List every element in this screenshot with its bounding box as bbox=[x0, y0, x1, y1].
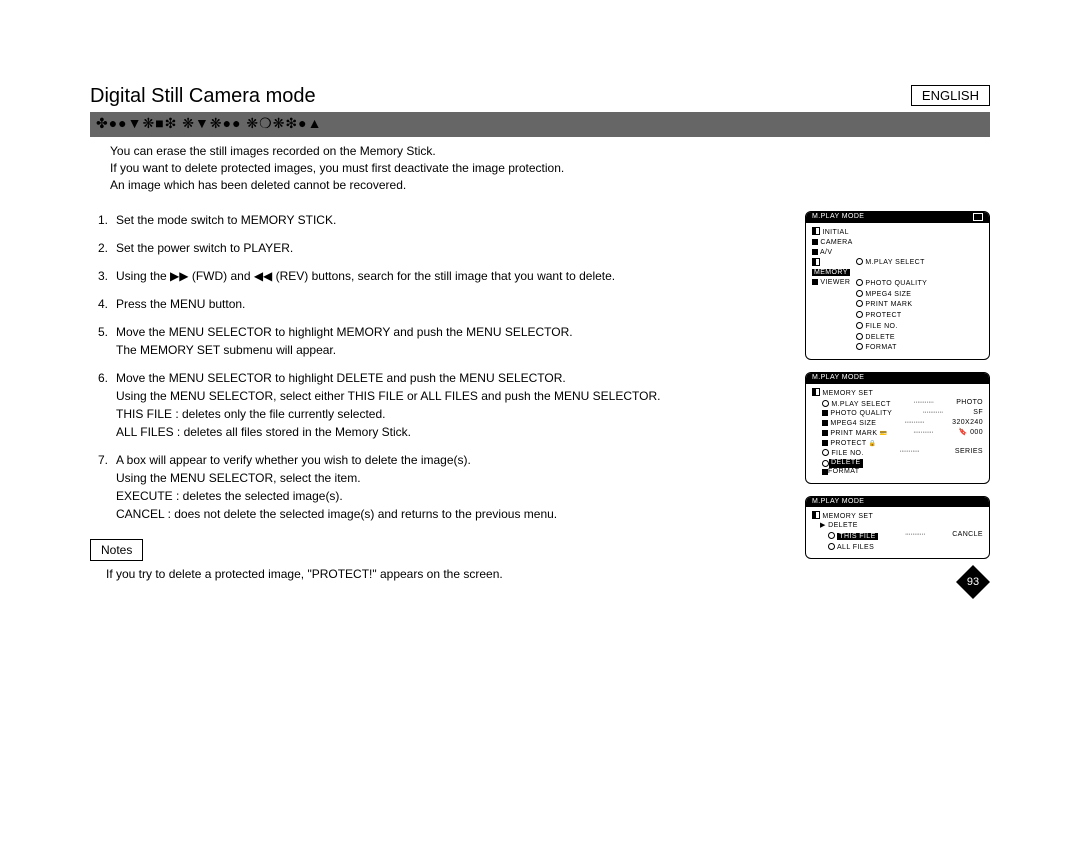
menu-value: SERIES bbox=[955, 448, 983, 457]
menu-item: DELETE bbox=[865, 334, 895, 341]
step-text: THIS FILE : deletes only the file curren… bbox=[116, 407, 385, 421]
step-text: Set the mode switch to MEMORY STICK. bbox=[116, 213, 336, 227]
step-number: 3. bbox=[98, 267, 108, 285]
menu-value: CANCLE bbox=[952, 531, 983, 540]
notes-heading: Notes bbox=[90, 539, 143, 561]
section-header-bar: ✤●●▼❋■❇ ❋▼❋●● ❋❍❋❇●▲ bbox=[90, 112, 990, 137]
menu-item: PHOTO QUALITY bbox=[865, 280, 927, 287]
menu-item: PROTECT bbox=[830, 440, 866, 447]
menu-item: MPEG4 SIZE bbox=[830, 420, 876, 427]
intro-line: You can erase the still images recorded … bbox=[110, 143, 990, 160]
screen-header: M.PLAY MODE bbox=[806, 373, 989, 384]
camera-screen-3: M.PLAY MODE MEMORY SET ▶ DELETE THIS FIL… bbox=[805, 496, 990, 560]
menu-item: FORMAT bbox=[865, 344, 896, 351]
steps-column: 1. Set the mode switch to MEMORY STICK. 2… bbox=[90, 211, 805, 583]
menu-item: FILE NO. bbox=[831, 450, 863, 457]
menu-item-selected: MEMORY bbox=[812, 269, 850, 276]
screens-column: M.PLAY MODE INITIAL CAMERA A/V MEMORY M.… bbox=[805, 211, 990, 583]
menu-item: MPEG4 SIZE bbox=[865, 291, 911, 298]
step-text: Using the MENU SELECTOR, select the item… bbox=[116, 471, 361, 485]
menu-item: FORMAT bbox=[828, 468, 859, 477]
step-text: Move the MENU SELECTOR to highlight DELE… bbox=[116, 371, 566, 385]
menu-value: PHOTO bbox=[956, 399, 983, 408]
step-text: A box will appear to verify whether you … bbox=[116, 453, 471, 467]
submenu-title: MEMORY SET bbox=[822, 513, 873, 520]
intro-line: If you want to delete protected images, … bbox=[110, 160, 990, 177]
step-text: Move the MENU SELECTOR to highlight MEMO… bbox=[116, 325, 573, 339]
menu-item: A/V bbox=[820, 249, 832, 256]
step-text: Using the ▶▶ (FWD) and ◀◀ (REV) buttons,… bbox=[116, 269, 615, 283]
page-title: Digital Still Camera mode bbox=[90, 85, 990, 108]
menu-value: 320X240 bbox=[952, 419, 983, 428]
menu-item: ALL FILES bbox=[837, 544, 874, 551]
step-text: The MEMORY SET submenu will appear. bbox=[116, 343, 336, 357]
step: 7. A box will appear to verify whether y… bbox=[98, 451, 785, 523]
steps-list: 1. Set the mode switch to MEMORY STICK. 2… bbox=[98, 211, 785, 523]
memory-card-icon bbox=[973, 213, 983, 221]
step-number: 6. bbox=[98, 369, 108, 387]
menu-item: CAMERA bbox=[820, 239, 852, 246]
step: 6. Move the MENU SELECTOR to highlight D… bbox=[98, 369, 785, 441]
menu-item: PROTECT bbox=[865, 312, 901, 319]
menu-item-selected: THIS FILE bbox=[837, 533, 877, 540]
step: 4. Press the MENU button. bbox=[98, 295, 785, 313]
manual-page: ENGLISH Digital Still Camera mode ✤●●▼❋■… bbox=[90, 85, 990, 583]
intro-line: An image which has been deleted cannot b… bbox=[110, 177, 990, 194]
menu-value: SF bbox=[973, 409, 983, 418]
step: 1. Set the mode switch to MEMORY STICK. bbox=[98, 211, 785, 229]
screen-header: M.PLAY MODE bbox=[806, 497, 989, 508]
step: 3. Using the ▶▶ (FWD) and ◀◀ (REV) button… bbox=[98, 267, 785, 285]
step-text: Press the MENU button. bbox=[116, 297, 245, 311]
menu-item: FILE NO. bbox=[865, 323, 897, 330]
menu-item: PRINT MARK bbox=[865, 301, 912, 308]
menu-item: VIEWER bbox=[820, 279, 850, 286]
menu-item: INITIAL bbox=[822, 229, 849, 236]
intro-text: You can erase the still images recorded … bbox=[110, 143, 990, 193]
step-number: 2. bbox=[98, 239, 108, 257]
step-text: ALL FILES : deletes all files stored in … bbox=[116, 425, 411, 439]
print-icon bbox=[880, 430, 888, 437]
step-text: Set the power switch to PLAYER. bbox=[116, 241, 293, 255]
step-number: 4. bbox=[98, 295, 108, 313]
menu-value: 000 bbox=[970, 429, 983, 436]
notes-text: If you try to delete a protected image, … bbox=[106, 565, 785, 583]
step-number: 5. bbox=[98, 323, 108, 341]
step: 5. Move the MENU SELECTOR to highlight M… bbox=[98, 323, 785, 359]
menu-item: M.PLAY SELECT bbox=[865, 259, 924, 266]
menu-item: M.PLAY SELECT bbox=[831, 401, 890, 408]
menu-item: DELETE bbox=[828, 522, 858, 529]
language-label: ENGLISH bbox=[911, 85, 990, 106]
step: 2. Set the power switch to PLAYER. bbox=[98, 239, 785, 257]
menu-item: PRINT MARK bbox=[830, 430, 877, 437]
screen-header: M.PLAY MODE bbox=[806, 212, 989, 223]
menu-item-selected: DELETE bbox=[829, 459, 863, 468]
camera-screen-2: M.PLAY MODE MEMORY SET M.PLAY SELECT····… bbox=[805, 372, 990, 484]
step-number: 1. bbox=[98, 211, 108, 229]
camera-screen-1: M.PLAY MODE INITIAL CAMERA A/V MEMORY M.… bbox=[805, 211, 990, 360]
submenu-title: MEMORY SET bbox=[822, 390, 873, 397]
step-text: EXECUTE : deletes the selected image(s). bbox=[116, 489, 343, 503]
step-text: CANCEL : does not delete the selected im… bbox=[116, 507, 557, 521]
step-number: 7. bbox=[98, 451, 108, 469]
step-text: Using the MENU SELECTOR, select either T… bbox=[116, 389, 660, 403]
lock-icon bbox=[869, 440, 877, 447]
menu-item: PHOTO QUALITY bbox=[830, 410, 892, 417]
content-row: 1. Set the mode switch to MEMORY STICK. 2… bbox=[90, 211, 990, 583]
